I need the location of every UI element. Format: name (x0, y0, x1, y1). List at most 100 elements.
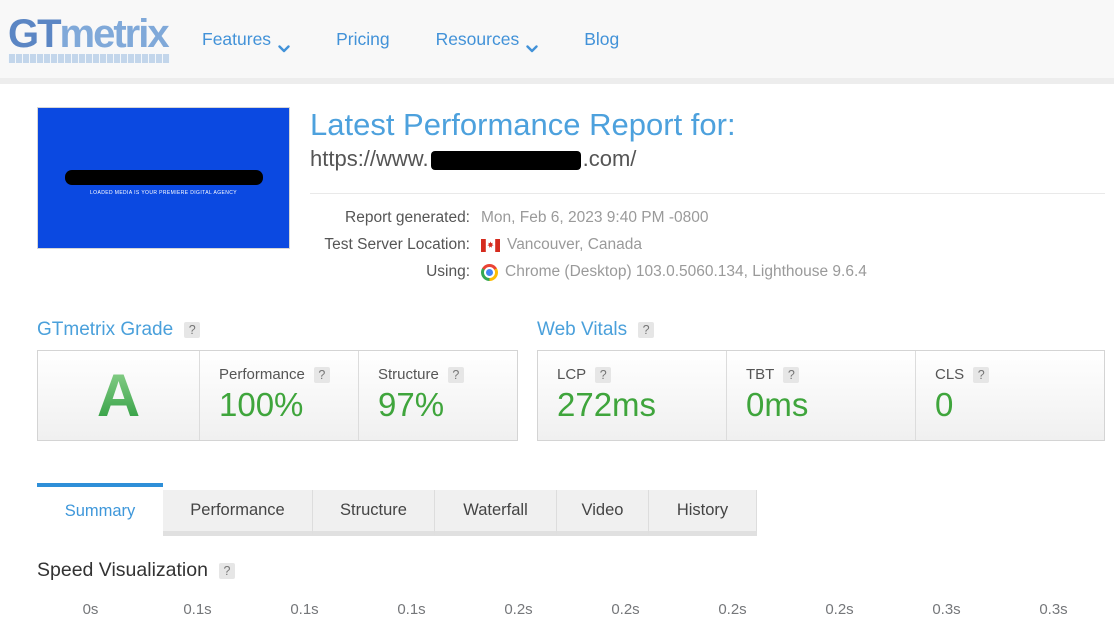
chrome-browser-icon (481, 263, 498, 281)
page-title: Latest Performance Report for: (310, 107, 736, 142)
timeline-label: 0.1s (183, 601, 212, 618)
detail-location-text: Vancouver, Canada (507, 236, 643, 253)
url-redaction-bar (430, 150, 581, 170)
metric-label-row: Structure ? (378, 366, 517, 383)
detail-label: Using: (426, 263, 470, 280)
main-nav: Features Pricing Resources Blog (202, 28, 619, 52)
gtmetrix-logo-text: GTmetrix (8, 12, 170, 56)
site-header: GTmetrix Features Pricing Resources Blog (0, 0, 1114, 84)
web-vitals-heading: Web Vitals (537, 319, 628, 340)
timeline-labels: 0s 0.1s 0.1s 0.1s 0.2s 0.2s 0.2s 0.2s 0.… (37, 601, 1107, 618)
ruler-graphic (8, 54, 170, 63)
metric-label-row: Performance ? (219, 366, 358, 383)
performance-metric: Performance ? 100% (199, 351, 358, 440)
speed-visualization-heading: Speed Visualization (37, 559, 208, 581)
url-prefix: https://www. (310, 146, 429, 171)
web-vitals-card: LCP ? 272ms TBT ? 0ms CLS ? 0 (537, 350, 1105, 441)
help-icon[interactable]: ? (638, 322, 655, 338)
canada-flag-icon (481, 238, 500, 252)
timeline-label: 0.2s (718, 601, 747, 618)
lcp-label: LCP (557, 366, 587, 383)
detail-value: Vancouver, Canada (481, 236, 642, 254)
report-tabs: Summary Performance Structure Waterfall … (37, 483, 1105, 536)
tab-history[interactable]: History (649, 490, 757, 536)
cls-value: 0 (935, 386, 954, 423)
performance-label: Performance (219, 366, 305, 383)
report-url: https://www. .com/ (310, 146, 1105, 172)
help-icon[interactable]: ? (595, 366, 612, 383)
nav-pricing[interactable]: Pricing (336, 29, 390, 50)
tbt-value: 0ms (746, 386, 809, 423)
speed-visualization-heading-row: Speed Visualization ? (37, 559, 1105, 582)
help-icon[interactable]: ? (218, 562, 235, 579)
nav-blog[interactable]: Blog (584, 29, 619, 50)
timeline-label: 0.2s (504, 601, 533, 618)
gtmetrix-grade-block: GTmetrix Grade ? A Performance ? 100% St… (37, 319, 518, 441)
divider (310, 193, 1105, 194)
structure-metric: Structure ? 97% (358, 351, 517, 440)
speed-visualization-section: Speed Visualization ? 0s 0.1s 0.1s 0.1s … (37, 559, 1105, 618)
help-icon[interactable]: ? (973, 366, 990, 383)
detail-row-using: Using: Chrome (Desktop) 103.0.5060.134, … (310, 263, 1105, 281)
grade-heading: GTmetrix Grade (37, 319, 174, 340)
logo-metrix: metrix (59, 12, 170, 56)
detail-label: Test Server Location: (324, 236, 470, 253)
help-icon[interactable]: ? (783, 366, 800, 383)
tbt-label: TBT (746, 366, 775, 383)
report-header-section: LOADED MEDIA IS YOUR PREMIERE DIGITAL AG… (37, 107, 1105, 290)
chevron-down-icon (278, 37, 290, 52)
lcp-metric: LCP ? 272ms (538, 351, 726, 440)
tab-summary[interactable]: Summary (37, 483, 163, 536)
timeline-label: 0.3s (1039, 601, 1068, 618)
cls-metric: CLS ? 0 (915, 351, 1104, 440)
site-thumbnail: LOADED MEDIA IS YOUR PREMIERE DIGITAL AG… (37, 107, 290, 249)
nav-blog-label: Blog (584, 28, 620, 49)
grade-heading-row: GTmetrix Grade ? (37, 319, 518, 341)
redaction-bar (64, 170, 263, 185)
timeline-label: 0s (82, 601, 99, 618)
help-icon[interactable]: ? (184, 322, 201, 338)
grade-card: A Performance ? 100% Structure ? 97% (37, 350, 518, 441)
report-page: LOADED MEDIA IS YOUR PREMIERE DIGITAL AG… (0, 84, 1114, 618)
nav-resources[interactable]: Resources (435, 28, 539, 52)
nav-pricing-label: Pricing (336, 28, 390, 49)
web-vitals-block: Web Vitals ? LCP ? 272ms TBT ? 0ms CLS ?… (537, 319, 1105, 441)
nav-resources-label: Resources (435, 28, 520, 49)
metric-label-row: LCP ? (557, 366, 726, 383)
url-suffix: .com/ (582, 146, 637, 171)
metrics-section: GTmetrix Grade ? A Performance ? 100% St… (37, 319, 1105, 441)
tab-waterfall[interactable]: Waterfall (435, 490, 557, 536)
timeline-label: 0.3s (932, 601, 961, 618)
grade-letter-cell: A (38, 351, 199, 440)
nav-features-label: Features (202, 28, 272, 49)
tab-performance[interactable]: Performance (163, 490, 313, 536)
detail-label: Report generated: (345, 209, 470, 226)
report-info: Latest Performance Report for: https://w… (310, 107, 1105, 290)
timeline-label: 0.2s (825, 601, 854, 618)
web-vitals-heading-row: Web Vitals ? (537, 319, 1105, 341)
detail-value: Chrome (Desktop) 103.0.5060.134, Lightho… (481, 263, 867, 281)
metric-label-row: TBT ? (746, 366, 915, 383)
grade-letter: A (96, 361, 141, 429)
nav-features[interactable]: Features (202, 28, 290, 52)
gtmetrix-logo[interactable]: GTmetrix (8, 12, 170, 63)
performance-value: 100% (219, 386, 304, 423)
metric-label-row: CLS ? (935, 366, 1104, 383)
detail-row-generated: Report generated: Mon, Feb 6, 2023 9:40 … (310, 209, 1105, 227)
detail-browser-text: Chrome (Desktop) 103.0.5060.134, Lightho… (505, 263, 867, 280)
tab-structure[interactable]: Structure (313, 490, 435, 536)
chevron-down-icon (526, 37, 538, 52)
detail-value: Mon, Feb 6, 2023 9:40 PM -0800 (481, 209, 709, 226)
cls-label: CLS (935, 366, 965, 383)
timeline-label: 0.1s (397, 601, 426, 618)
tab-video[interactable]: Video (557, 490, 649, 536)
logo-gt: GT (8, 12, 62, 56)
timeline-label: 0.1s (290, 601, 319, 618)
lcp-value: 272ms (557, 386, 657, 423)
report-details: Report generated: Mon, Feb 6, 2023 9:40 … (310, 209, 1105, 281)
help-icon[interactable]: ? (313, 366, 330, 383)
tbt-metric: TBT ? 0ms (726, 351, 915, 440)
help-icon[interactable]: ? (447, 366, 464, 383)
structure-label: Structure (378, 366, 439, 383)
structure-value: 97% (378, 386, 445, 423)
